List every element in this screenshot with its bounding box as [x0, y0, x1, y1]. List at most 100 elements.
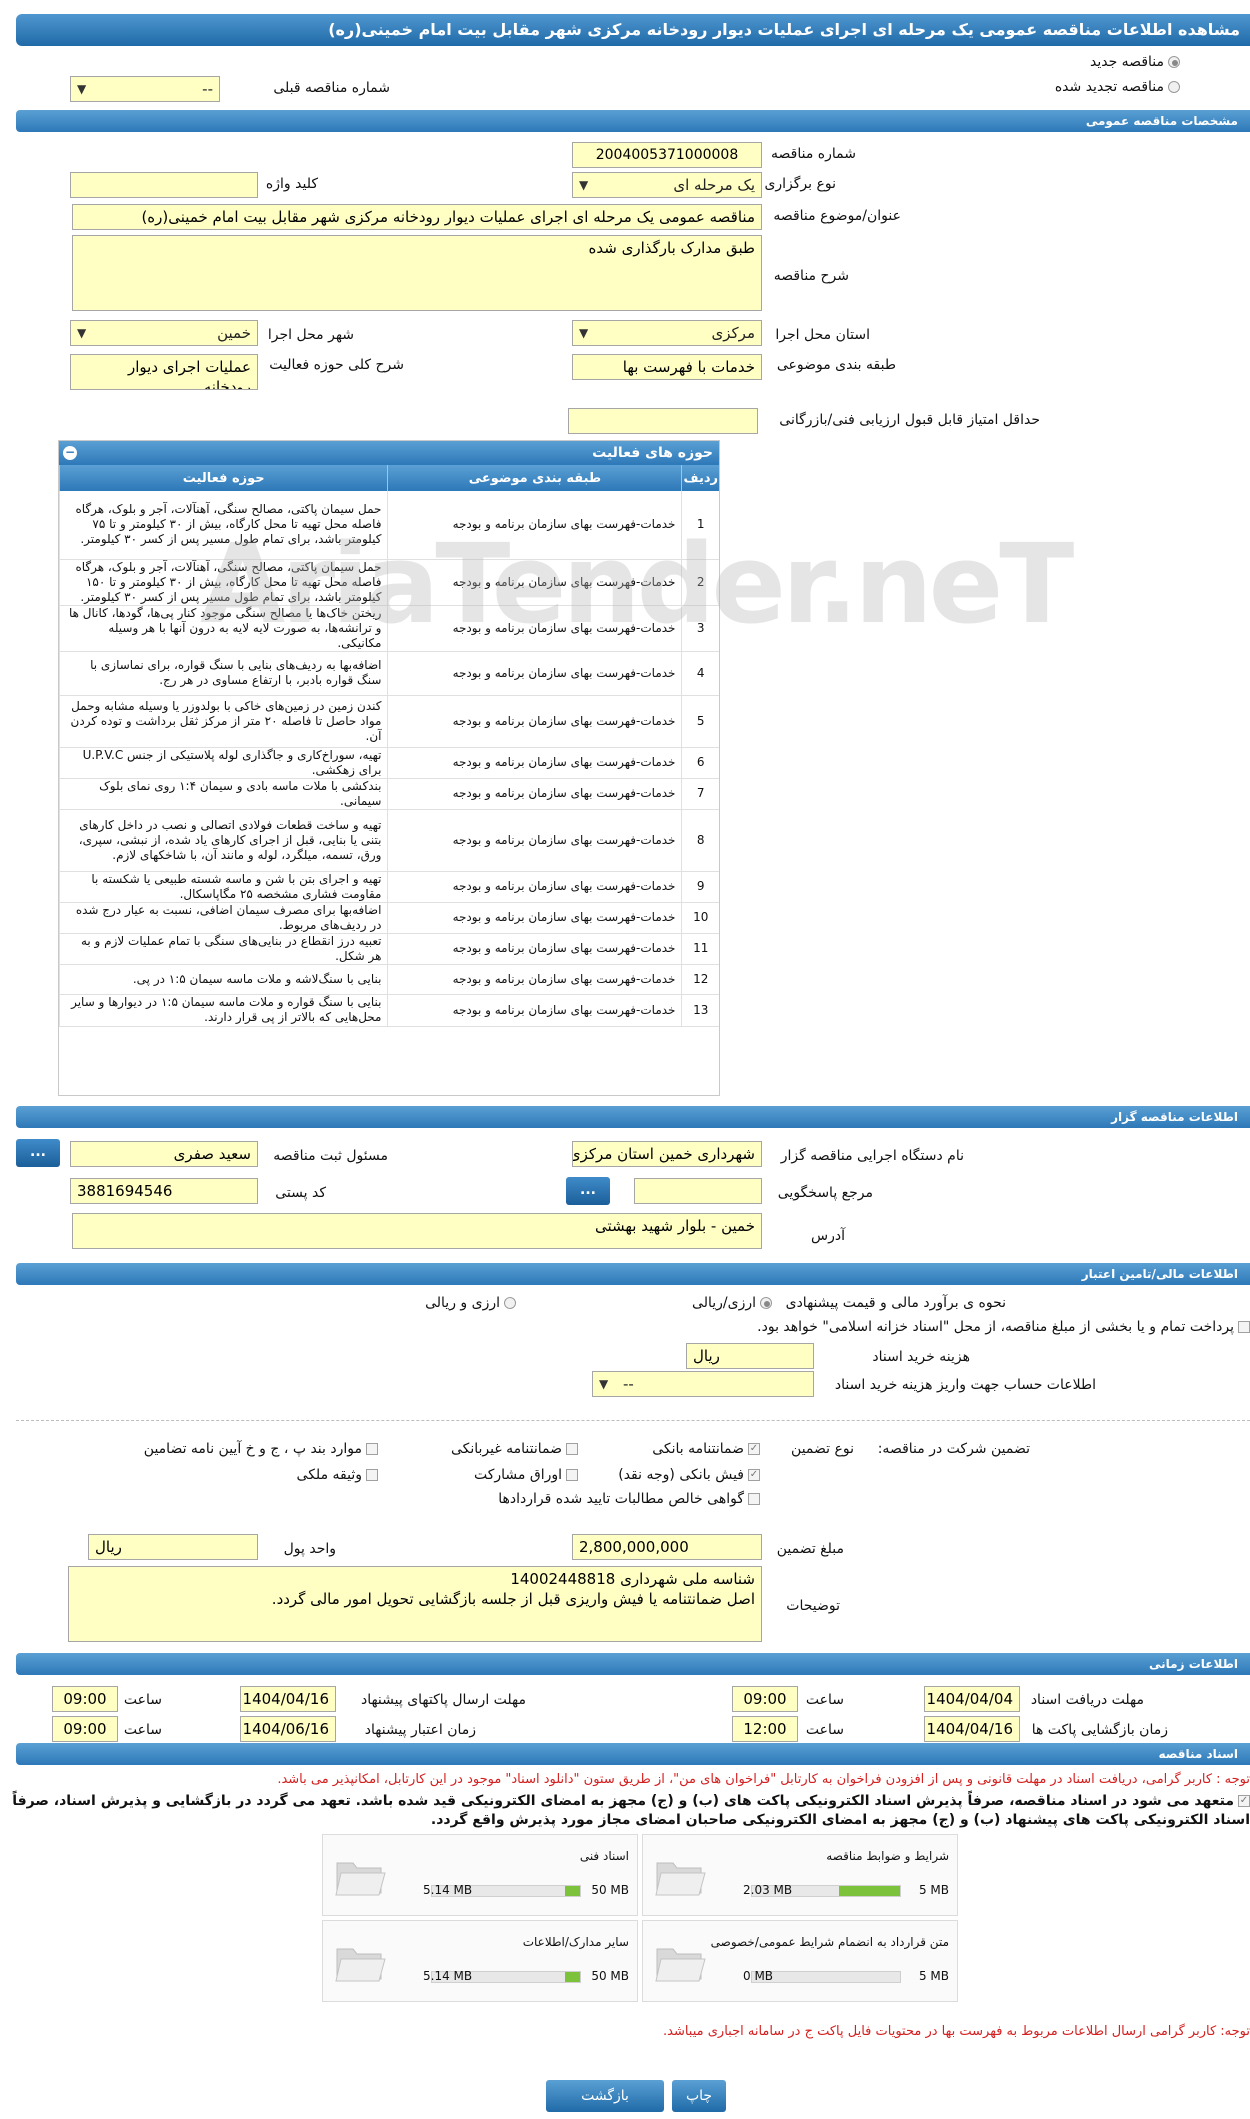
registrar-field[interactable]: سعید صفری [70, 1141, 258, 1167]
document-progress-fill [565, 1972, 580, 1982]
document-max-size: 50 MB [591, 1883, 629, 1897]
validity-date[interactable]: 1404/06/16 [240, 1716, 336, 1742]
row-number: 6 [681, 747, 719, 779]
registrar-lookup-button[interactable]: ... [16, 1139, 60, 1167]
opt-property-check[interactable] [366, 1469, 378, 1481]
address-field[interactable]: خمین - بلوار شهید بهشتی [72, 1213, 762, 1249]
opt-nonbank-check[interactable] [566, 1443, 578, 1455]
province-select[interactable]: مرکزی ▼ [572, 320, 762, 346]
table-row: 12 خدمات-فهرست بهای سازمان برنامه و بودجه… [58, 964, 719, 995]
estimate-fx-dot[interactable] [504, 1297, 516, 1309]
estimate-fx-radio[interactable]: ارزی و ریالی [425, 1295, 516, 1311]
opt-clauses[interactable]: موارد بند پ ، ج و خ آیین نامه تضامین [144, 1441, 378, 1457]
opt-claims[interactable]: گواهی خالص مطالبات تایید شده قراردادها [498, 1491, 760, 1507]
doc-receive-time[interactable]: 09:00 [732, 1686, 798, 1712]
opt-nonbank-label: ضمانتنامه غیربانکی [450, 1441, 562, 1457]
category-field[interactable]: خدمات با فهرست بها [572, 354, 762, 380]
org-name-field[interactable]: شهرداری خمین استان مرکزی [572, 1141, 762, 1167]
opening-time-label: ساعت [805, 1722, 844, 1738]
row-activity: کندن زمین در زمین‌های خاکی با بولدوزر یا… [58, 695, 388, 748]
document-progress-bar [751, 1971, 901, 1983]
opt-cheque-check[interactable]: ✓ [748, 1469, 760, 1481]
validity-time[interactable]: 09:00 [52, 1716, 118, 1742]
opt-cheque[interactable]: ✓ فیش بانکی (وجه نقد) [618, 1467, 760, 1483]
tender-number-field[interactable]: 2004005371000008 [572, 142, 762, 168]
submit-deadline-time[interactable]: 09:00 [52, 1686, 118, 1712]
row-number: 10 [681, 902, 719, 934]
document-card[interactable]: شرایط و ضوابط مناقصه 5 MB 2.03 MB [642, 1834, 958, 1916]
notes-field[interactable]: شناسه ملی شهرداری 14002448818 اصل ضمانتنا… [68, 1566, 762, 1642]
postal-code-field[interactable]: 3881694546 [70, 1178, 258, 1204]
document-card[interactable]: متن قرارداد به انضمام شرایط عمومی/خصوصی 5… [642, 1920, 958, 2002]
opt-bonds-check[interactable] [566, 1469, 578, 1481]
estimate-rial-radio[interactable]: ارزی/ریالی [692, 1295, 772, 1311]
table-row: 13 خدمات-فهرست بهای سازمان برنامه و بودجه… [58, 994, 719, 1027]
print-button[interactable]: چاپ [672, 2080, 726, 2112]
opt-nonbank-guarantee[interactable]: ضمانتنامه غیربانکی [451, 1441, 578, 1457]
prev-tender-number-select[interactable]: -- ▼ [70, 76, 220, 102]
opening-date[interactable]: 1404/04/16 [924, 1716, 1020, 1742]
document-max-size: 5 MB [918, 1969, 949, 1983]
min-score-field[interactable] [568, 408, 758, 434]
table-row: 10 خدمات-فهرست بهای سازمان برنامه و بودجه… [58, 902, 719, 934]
row-category: خدمات-فهرست بهای سازمان برنامه و بودجه [387, 933, 682, 965]
response-ref-field[interactable] [634, 1178, 762, 1204]
keyword-label: کلید واژه [265, 176, 318, 192]
opt-bank-check[interactable]: ✓ [748, 1443, 760, 1455]
opt-clauses-check[interactable] [366, 1443, 378, 1455]
row-category: خدمات-فهرست بهای سازمان برنامه و بودجه [387, 994, 682, 1027]
folder-icon [655, 1862, 706, 1896]
document-card[interactable]: اسناد فنی 50 MB 5.14 MB [322, 1834, 638, 1916]
activities-title: حوزه های فعالیت [592, 445, 713, 461]
doc-receive-date[interactable]: 1404/04/04 [924, 1686, 1020, 1712]
new-tender-radio[interactable]: مناقصه جدید [1090, 54, 1180, 70]
new-tender-label: مناقصه جدید [1089, 54, 1164, 70]
account-select[interactable]: -- ▼ [592, 1371, 814, 1397]
guarantee-amount-field[interactable]: 2,800,000,000 [572, 1534, 762, 1560]
opt-bank-guarantee[interactable]: ✓ ضمانتنامه بانکی [652, 1441, 760, 1457]
commitment-check[interactable]: ✓ [1238, 1795, 1250, 1807]
treasury-check[interactable] [1238, 1321, 1250, 1333]
doc-fee-field[interactable]: ریال [686, 1343, 814, 1369]
row-activity: اضافه‌بها برای مصرف سیمان اضافی، نسبت به… [58, 902, 388, 934]
commitment-checkbox[interactable]: ✓متعهد می شود در اسناد مناقصه، صرفاً پذی… [0, 1792, 1250, 1830]
col-activity: حوزه فعالیت [58, 465, 388, 491]
opt-property[interactable]: وثیقه ملکی [297, 1467, 378, 1483]
tender-number-label: شماره مناقصه [771, 146, 856, 162]
table-row: 4 خدمات-فهرست بهای سازمان برنامه و بودجه ا… [58, 651, 719, 696]
description-field[interactable]: طبق مدارک بارگذاری شده [72, 235, 762, 311]
submit-deadline-date[interactable]: 1404/04/16 [240, 1686, 336, 1712]
opt-claims-check[interactable] [748, 1493, 760, 1505]
row-activity: تهیه، سوراخ‌کاری و جاگذاری لوله پلاستیکی… [58, 747, 388, 779]
address-label: آدرس [811, 1228, 845, 1244]
collapse-icon[interactable]: − [63, 446, 77, 460]
row-category: خدمات-فهرست بهای سازمان برنامه و بودجه [387, 778, 682, 810]
back-button[interactable]: بازگشت [546, 2080, 664, 2112]
subject-field[interactable]: مناقصه عمومی یک مرحله ای اجرای عملیات دی… [72, 204, 762, 230]
renewed-tender-radio-dot[interactable] [1168, 81, 1180, 93]
opt-cheque-label: فیش بانکی (وجه نقد) [618, 1467, 744, 1483]
opt-bonds[interactable]: اوراق مشارکت [474, 1467, 578, 1483]
row-activity: بندکشی با ملات ماسه بادی و سیمان ۱:۴ روی… [58, 778, 388, 810]
keyword-field[interactable] [70, 172, 258, 198]
activity-desc-field[interactable]: عملیات اجرای دیوار رودخانه [70, 354, 258, 390]
treasury-checkbox[interactable]: پرداخت تمام و یا بخشی از مبلغ مناقصه، از… [757, 1319, 1250, 1335]
holding-type-select[interactable]: یک مرحله ای ▼ [572, 172, 762, 198]
folder-icon [655, 1948, 706, 1982]
response-ref-lookup-button[interactable]: ... [566, 1177, 610, 1205]
submit-deadline-time-label: ساعت [123, 1692, 162, 1708]
opening-time[interactable]: 12:00 [732, 1716, 798, 1742]
renewed-tender-radio[interactable]: مناقصه تجدید شده [1055, 79, 1180, 95]
new-tender-radio-dot[interactable] [1168, 56, 1180, 68]
currency-field[interactable]: ریال [88, 1534, 258, 1560]
row-activity: تهیه و ساخت قطعات فولادی اتصالی و نصب در… [58, 809, 388, 872]
city-select[interactable]: خمین ▼ [70, 320, 258, 346]
validity-label: زمان اعتبار پیشنهاد [364, 1722, 476, 1738]
chevron-down-icon: ▼ [77, 82, 87, 96]
description-label: شرح مناقصه [773, 268, 849, 284]
document-card[interactable]: سایر مدارک/اطلاعات 50 MB 5.14 MB [322, 1920, 638, 2002]
document-current-size: 0 MB [743, 1969, 774, 1983]
estimate-rial-dot[interactable] [760, 1297, 772, 1309]
chevron-down-icon: ▼ [579, 326, 589, 340]
row-number: 12 [681, 964, 719, 995]
